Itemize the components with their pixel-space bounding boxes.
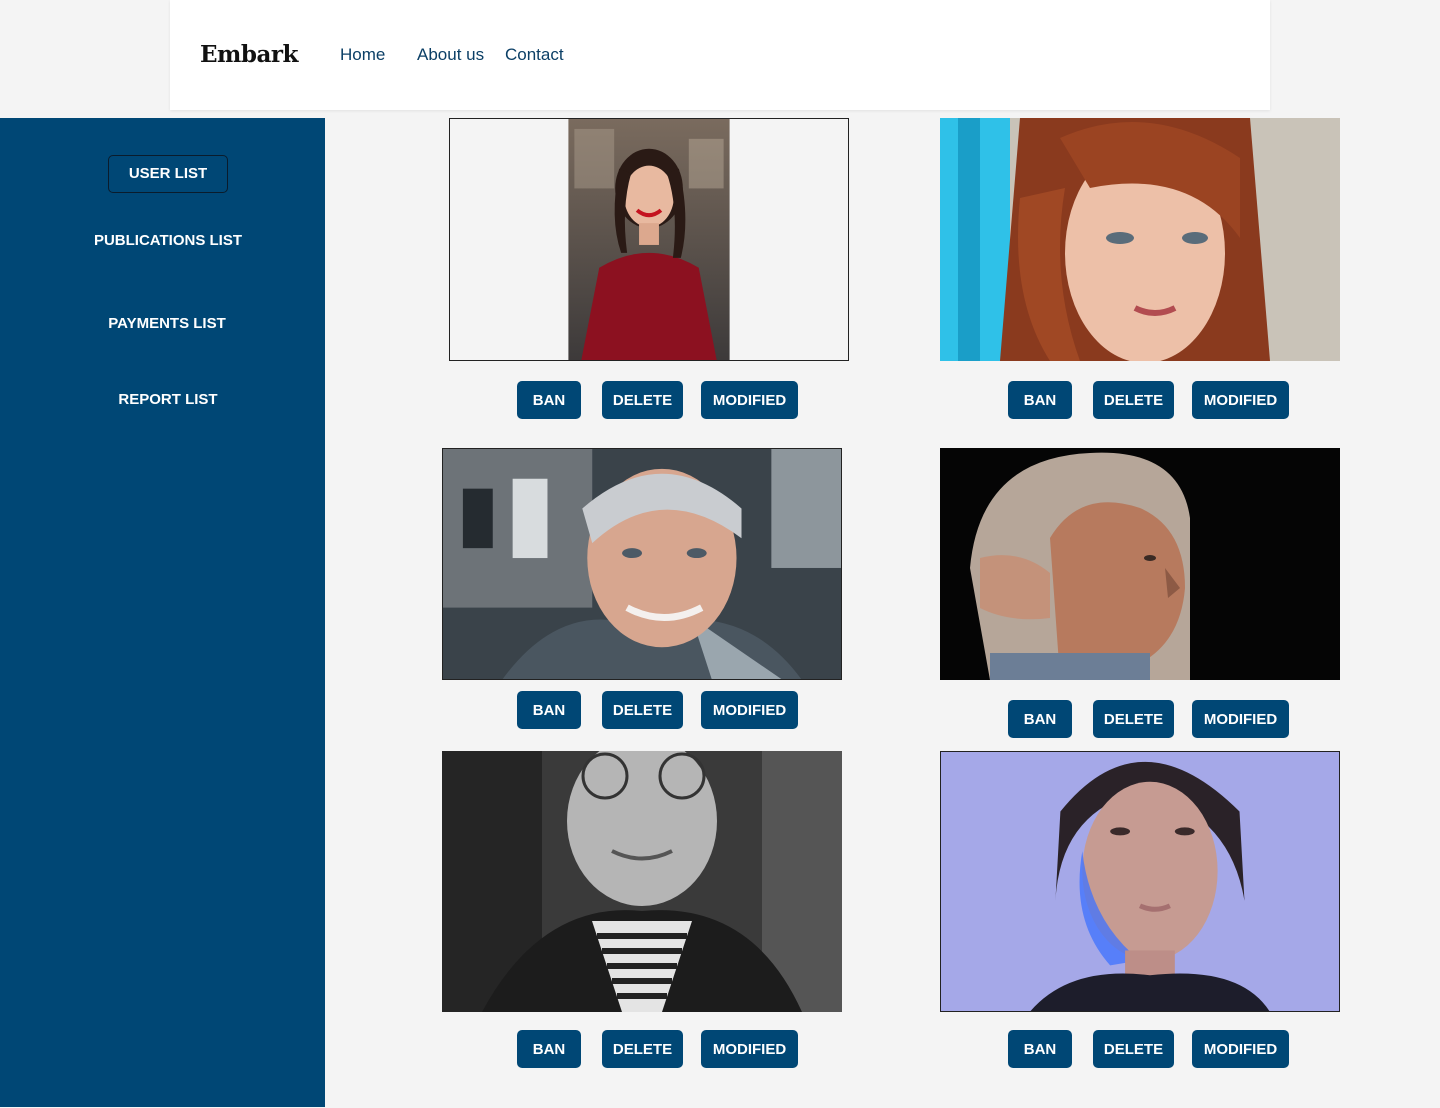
sidebar-item-payments-list[interactable]: PAYMENTS LIST bbox=[60, 315, 274, 335]
nav-home-link[interactable]: Home bbox=[340, 45, 385, 65]
modified-button[interactable]: MODIFIED bbox=[701, 381, 798, 419]
user-photo bbox=[442, 751, 842, 1012]
user-photo bbox=[449, 118, 849, 361]
delete-button[interactable]: DELETE bbox=[602, 381, 683, 419]
modified-button[interactable]: MODIFIED bbox=[1192, 381, 1289, 419]
modified-button[interactable]: MODIFIED bbox=[701, 691, 798, 729]
ban-button[interactable]: BAN bbox=[517, 691, 581, 729]
sidebar-item-report-list[interactable]: REPORT LIST bbox=[60, 391, 276, 411]
user-photo bbox=[940, 448, 1340, 680]
ban-button[interactable]: BAN bbox=[517, 1030, 581, 1068]
ban-button[interactable]: BAN bbox=[1008, 700, 1072, 738]
user-photo bbox=[442, 448, 842, 680]
ban-button[interactable]: BAN bbox=[517, 381, 581, 419]
delete-button[interactable]: DELETE bbox=[1093, 381, 1174, 419]
delete-button[interactable]: DELETE bbox=[602, 1030, 683, 1068]
delete-button[interactable]: DELETE bbox=[1093, 700, 1174, 738]
ban-button[interactable]: BAN bbox=[1008, 381, 1072, 419]
user-photo bbox=[940, 751, 1340, 1012]
brand-logo[interactable]: Embark bbox=[200, 41, 298, 68]
modified-button[interactable]: MODIFIED bbox=[1192, 1030, 1289, 1068]
admin-sidebar: USER LIST PUBLICATIONS LIST PAYMENTS LIS… bbox=[0, 118, 325, 1107]
top-navbar: Embark Home About us Contact bbox=[170, 0, 1270, 110]
nav-contact-link[interactable]: Contact bbox=[505, 45, 564, 65]
sidebar-item-publications-list[interactable]: PUBLICATIONS LIST bbox=[60, 232, 276, 252]
nav-about-link[interactable]: About us bbox=[417, 45, 484, 65]
modified-button[interactable]: MODIFIED bbox=[701, 1030, 798, 1068]
ban-button[interactable]: BAN bbox=[1008, 1030, 1072, 1068]
delete-button[interactable]: DELETE bbox=[602, 691, 683, 729]
user-photo bbox=[940, 118, 1340, 361]
delete-button[interactable]: DELETE bbox=[1093, 1030, 1174, 1068]
modified-button[interactable]: MODIFIED bbox=[1192, 700, 1289, 738]
sidebar-item-user-list[interactable]: USER LIST bbox=[108, 155, 228, 193]
